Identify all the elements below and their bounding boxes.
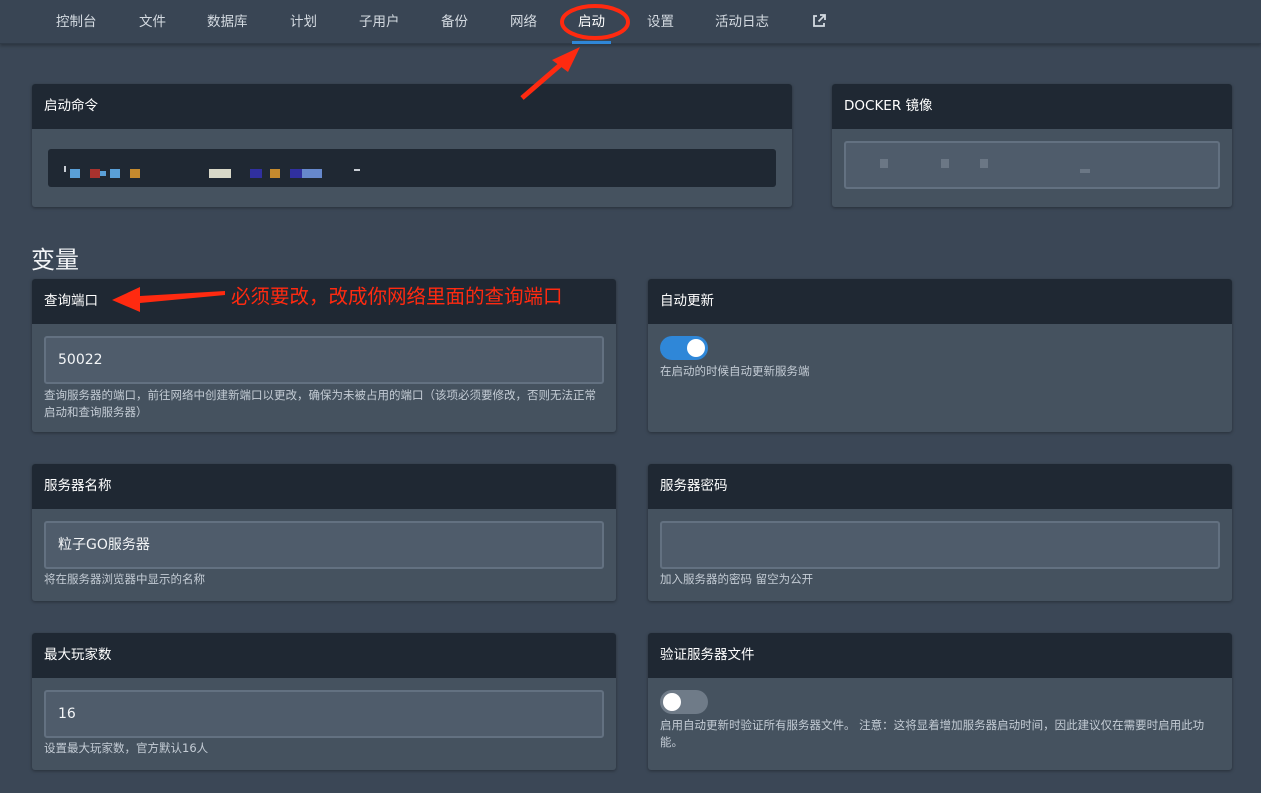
- tab-console[interactable]: 控制台: [56, 0, 97, 44]
- server-password-title: 服务器密码: [648, 464, 1232, 509]
- max-players-title: 最大玩家数: [32, 633, 616, 678]
- auto-update-panel: 自动更新 在启动的时候自动更新服务端: [648, 279, 1232, 432]
- validate-files-toggle[interactable]: [660, 690, 708, 714]
- validate-files-hint: 启用自动更新时验证所有服务器文件。 注意：这将显着增加服务器启动时间，因此建议仅…: [660, 718, 1205, 749]
- tab-schedules[interactable]: 计划: [290, 0, 317, 44]
- auto-update-title: 自动更新: [648, 279, 1232, 324]
- server-password-input[interactable]: [660, 521, 1220, 569]
- max-players-hint: 设置最大玩家数，官方默认16人: [44, 741, 209, 755]
- external-link-icon[interactable]: [811, 13, 827, 29]
- server-name-hint: 将在服务器浏览器中显示的名称: [44, 572, 205, 586]
- startup-command-display: [48, 149, 776, 187]
- max-players-panel: 最大玩家数 16 设置最大玩家数，官方默认16人: [32, 633, 616, 770]
- max-players-input[interactable]: 16: [44, 690, 604, 738]
- validate-files-panel: 验证服务器文件 启用自动更新时验证所有服务器文件。 注意：这将显着增加服务器启动…: [648, 633, 1232, 770]
- tab-backups[interactable]: 备份: [441, 0, 468, 44]
- query-port-input[interactable]: 50022: [44, 336, 604, 384]
- docker-image-panel: DOCKER 镜像: [832, 84, 1232, 207]
- server-name-panel: 服务器名称 粒子GO服务器 将在服务器浏览器中显示的名称: [32, 464, 616, 601]
- server-name-title: 服务器名称: [32, 464, 616, 509]
- annotation-note: 必须要改，改成你网络里面的查询端口: [231, 285, 563, 308]
- top-navigation: 控制台 文件 数据库 计划 子用户 备份 网络 启动 设置 活动日志: [0, 0, 1261, 44]
- server-password-panel: 服务器密码 加入服务器的密码 留空为公开: [648, 464, 1232, 601]
- docker-image-title: DOCKER 镜像: [832, 84, 1232, 129]
- validate-files-title: 验证服务器文件: [648, 633, 1232, 678]
- server-password-hint: 加入服务器的密码 留空为公开: [660, 572, 814, 586]
- tab-activity-log[interactable]: 活动日志: [715, 0, 769, 44]
- startup-command-panel: 启动命令: [32, 84, 792, 207]
- tab-settings[interactable]: 设置: [647, 0, 674, 44]
- auto-update-hint: 在启动的时候自动更新服务端: [660, 364, 810, 378]
- startup-command-title: 启动命令: [32, 84, 792, 129]
- query-port-hint: 查询服务器的端口，前往网络中创建新端口以更改，确保为未被占用的端口（该项必须要修…: [44, 388, 596, 419]
- auto-update-toggle[interactable]: [660, 336, 708, 360]
- tab-files[interactable]: 文件: [139, 0, 166, 44]
- tab-subusers[interactable]: 子用户: [359, 0, 400, 44]
- docker-image-select[interactable]: [844, 141, 1220, 189]
- tab-databases[interactable]: 数据库: [207, 0, 248, 44]
- tab-startup[interactable]: 启动: [572, 0, 611, 44]
- tab-network[interactable]: 网络: [510, 0, 537, 44]
- variables-section-title: 变量: [31, 246, 79, 274]
- server-name-input[interactable]: 粒子GO服务器: [44, 521, 604, 569]
